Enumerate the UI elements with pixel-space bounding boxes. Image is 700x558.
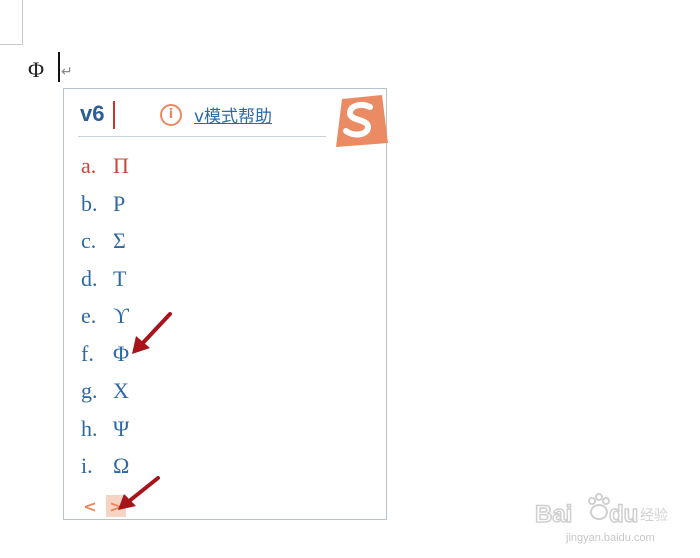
- annotation-arrow-icon: [132, 312, 172, 354]
- header-divider: [78, 136, 326, 137]
- candidate-symbol: Π: [113, 153, 129, 178]
- candidate-item[interactable]: a. Π: [81, 147, 129, 185]
- annotation-arrow-icon: [118, 476, 160, 510]
- candidate-symbol: Σ: [113, 228, 126, 253]
- candidate-symbol: Φ: [113, 340, 130, 366]
- candidate-item[interactable]: f. Φ: [81, 335, 129, 373]
- sogou-s-logo: [336, 95, 388, 147]
- candidate-symbol: Ψ: [113, 415, 130, 441]
- candidate-label: i.: [81, 453, 93, 478]
- candidate-label: g.: [81, 378, 98, 403]
- candidate-label: b.: [81, 190, 98, 216]
- svg-text:经验: 经验: [640, 508, 668, 524]
- candidate-item[interactable]: h. Ψ: [81, 410, 129, 448]
- candidate-symbol: Ρ: [113, 190, 126, 216]
- candidate-symbol: Τ: [113, 265, 127, 291]
- text-caret: [58, 52, 60, 82]
- candidate-label: h.: [81, 415, 98, 441]
- candidate-item[interactable]: b. Ρ: [81, 185, 129, 223]
- svg-text:Bai: Bai: [535, 501, 572, 528]
- v-mode-help-label: v模式帮助: [194, 107, 273, 127]
- candidate-label: d.: [81, 265, 98, 291]
- ime-input-caret: [113, 101, 115, 129]
- ime-input-text[interactable]: v6: [80, 101, 104, 127]
- paragraph-mark: ↵: [61, 64, 73, 80]
- candidate-symbol: ϒ: [113, 303, 129, 328]
- watermark-url: jingyan.baidu.com: [566, 532, 655, 544]
- prev-page-button[interactable]: <: [80, 495, 100, 517]
- candidate-label: e.: [81, 303, 97, 328]
- candidate-list: a. Π b. Ρ c. Σ d. Τ e. ϒ f. Φ g. Χ h. Ψ i. Ω: [81, 147, 129, 485]
- candidate-item[interactable]: c. Σ: [81, 222, 129, 260]
- candidate-item[interactable]: d. Τ: [81, 260, 129, 298]
- candidate-label: c.: [81, 228, 97, 253]
- svg-text:du: du: [609, 501, 638, 528]
- candidate-label: a.: [81, 153, 97, 178]
- info-icon: i: [160, 103, 182, 126]
- page-edge: [0, 0, 23, 45]
- v-mode-help-link[interactable]: i v模式帮助: [160, 102, 272, 127]
- candidate-item[interactable]: e. ϒ: [81, 297, 129, 335]
- candidate-label: f.: [81, 340, 94, 366]
- baidu-jingyan-watermark-logo: Bai du 经验: [535, 493, 668, 529]
- candidate-item[interactable]: g. Χ: [81, 372, 129, 410]
- candidate-symbol: Χ: [113, 378, 129, 403]
- ime-candidate-window: v6 i v模式帮助 a. Π b. Ρ c. Σ d. Τ e. ϒ f. Φ g.: [63, 88, 388, 520]
- typed-symbol: Φ: [28, 57, 45, 82]
